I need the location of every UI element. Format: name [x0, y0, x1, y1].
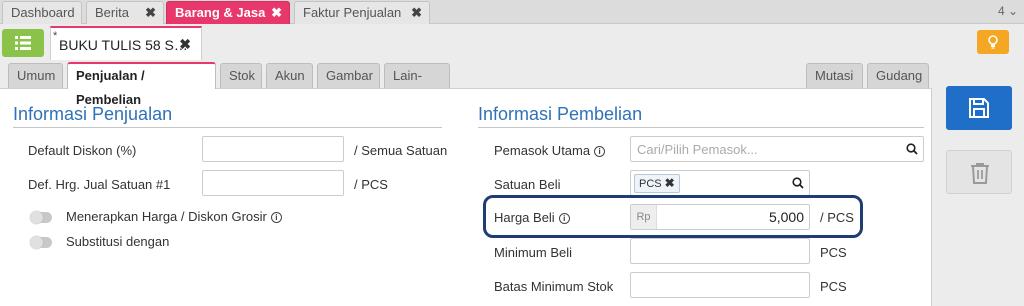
search-icon[interactable]: [906, 143, 918, 155]
default-diskon-label: Default Diskon (%): [28, 143, 137, 158]
tab-gambar[interactable]: Gambar: [317, 63, 380, 88]
tab-gudang[interactable]: Gudang: [867, 63, 929, 88]
lightbulb-icon: [988, 35, 998, 49]
trash-icon: [971, 163, 989, 184]
pemasok-label: Pemasok Utama i: [494, 143, 606, 158]
menu-button[interactable]: [2, 29, 44, 57]
section-divider: [13, 127, 442, 128]
close-icon[interactable]: ✖: [665, 176, 675, 190]
grosir-toggle[interactable]: [30, 211, 52, 224]
default-diskon-unit: / Semua Satuan: [354, 143, 448, 158]
tab-umum[interactable]: Umum: [8, 63, 63, 88]
tab-count-dropdown[interactable]: 4 ⌄: [998, 4, 1018, 18]
grosir-label-text: Menerapkan Harga / Diskon Grosir: [66, 209, 267, 224]
minimum-beli-unit: PCS: [820, 245, 847, 260]
info-icon[interactable]: i: [594, 146, 606, 157]
tab-stok[interactable]: Stok: [220, 63, 262, 88]
document-title: BUKU TULIS 58 S…: [59, 37, 188, 53]
close-icon[interactable]: ✖: [271, 2, 282, 23]
substitusi-label: Substitusi dengan: [66, 234, 170, 249]
grosir-label: Menerapkan Harga / Diskon Grosir i: [66, 209, 282, 224]
tab-label: Barang & Jasa: [175, 5, 266, 20]
tips-button[interactable]: [977, 30, 1009, 54]
modified-marker: *: [53, 30, 58, 42]
section-divider: [478, 127, 924, 128]
document-tab[interactable]: * BUKU TULIS 58 S… ✖: [50, 26, 202, 60]
pemasok-placeholder: Cari/Pilih Pemasok...: [637, 142, 758, 157]
tab-dashboard[interactable]: Dashboard: [2, 1, 82, 24]
tab-berita[interactable]: Berita ✖: [86, 1, 164, 24]
search-icon[interactable]: [792, 177, 804, 189]
def-harga-jual-unit: / PCS: [354, 177, 388, 192]
pemasok-select[interactable]: Cari/Pilih Pemasok...: [630, 136, 924, 162]
minimum-beli-label: Minimum Beli: [494, 245, 573, 260]
tab-penjualan-pembelian[interactable]: Penjualan / Pembelian: [67, 62, 216, 107]
satuan-beli-label: Satuan Beli: [494, 177, 561, 192]
tab-mutasi[interactable]: Mutasi: [806, 63, 863, 88]
top-tab-bar: Dashboard Berita ✖ Barang & Jasa ✖ Faktur …: [0, 0, 1024, 24]
satuan-beli-select[interactable]: PCS ✖: [630, 170, 810, 196]
delete-button[interactable]: [946, 150, 1012, 194]
save-icon: [969, 98, 989, 118]
def-harga-jual-input[interactable]: [202, 170, 344, 196]
tab-akun[interactable]: Akun: [266, 63, 313, 88]
satuan-chip-label: PCS: [639, 178, 662, 190]
info-icon[interactable]: i: [270, 212, 282, 223]
tab-label: Faktur Penjualan: [303, 5, 402, 20]
close-icon[interactable]: ✖: [411, 2, 422, 23]
substitusi-toggle[interactable]: [30, 236, 52, 249]
batas-minimum-stok-unit: PCS: [820, 279, 847, 294]
save-button[interactable]: [946, 86, 1012, 130]
tab-label: Dashboard: [11, 5, 75, 20]
tab-faktur-penjualan[interactable]: Faktur Penjualan ✖: [294, 1, 430, 24]
section-title-pembelian: Informasi Pembelian: [478, 104, 643, 124]
pemasok-label-text: Pemasok Utama: [494, 143, 591, 158]
document-bar: * BUKU TULIS 58 S… ✖: [0, 24, 1024, 60]
batas-minimum-stok-input[interactable]: [630, 272, 810, 298]
batas-minimum-stok-label: Batas Minimum Stok: [494, 279, 614, 294]
tab-barang-jasa[interactable]: Barang & Jasa ✖: [166, 1, 290, 24]
list-menu-icon: [15, 36, 31, 50]
def-harga-jual-label: Def. Hrg. Jual Satuan #1: [28, 177, 171, 192]
default-diskon-input[interactable]: [202, 136, 344, 162]
tab-lain-lain[interactable]: Lain-lain: [384, 63, 450, 107]
minimum-beli-input[interactable]: [630, 238, 810, 264]
harga-beli-highlight: [483, 195, 863, 238]
close-icon[interactable]: ✖: [145, 2, 156, 23]
close-icon[interactable]: ✖: [179, 36, 191, 53]
tab-label: Berita: [95, 5, 129, 20]
satuan-chip: PCS ✖: [634, 174, 680, 193]
